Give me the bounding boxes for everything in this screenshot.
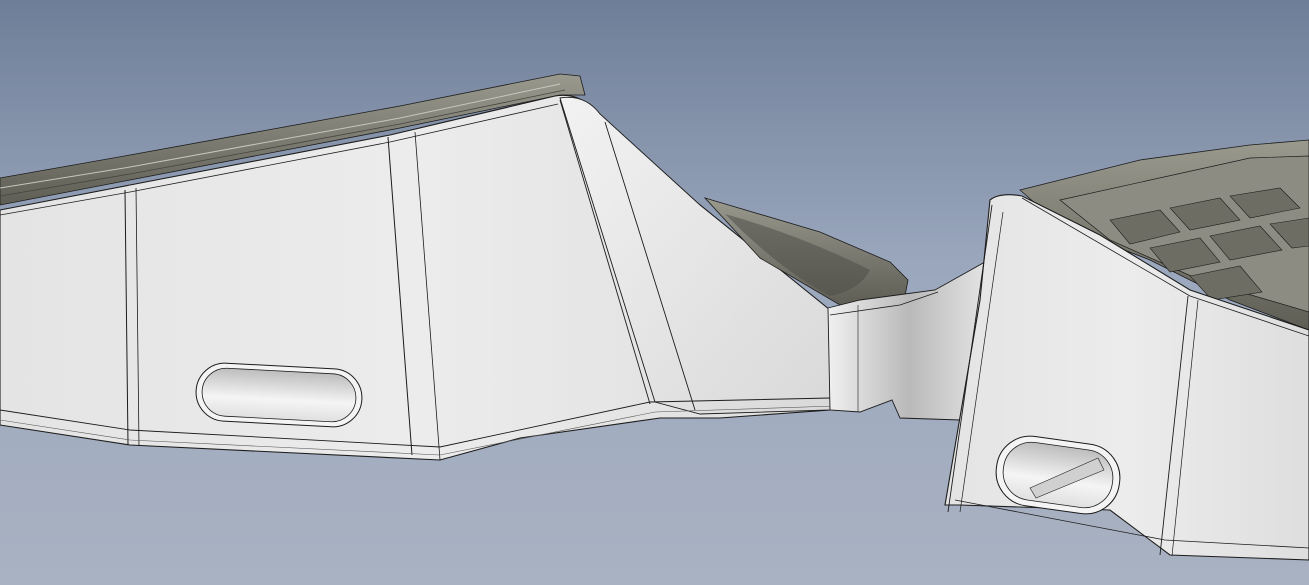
left-slot xyxy=(195,362,363,428)
cad-viewport[interactable] xyxy=(0,0,1309,585)
right-part xyxy=(944,139,1309,561)
cad-model-render xyxy=(0,0,1309,585)
